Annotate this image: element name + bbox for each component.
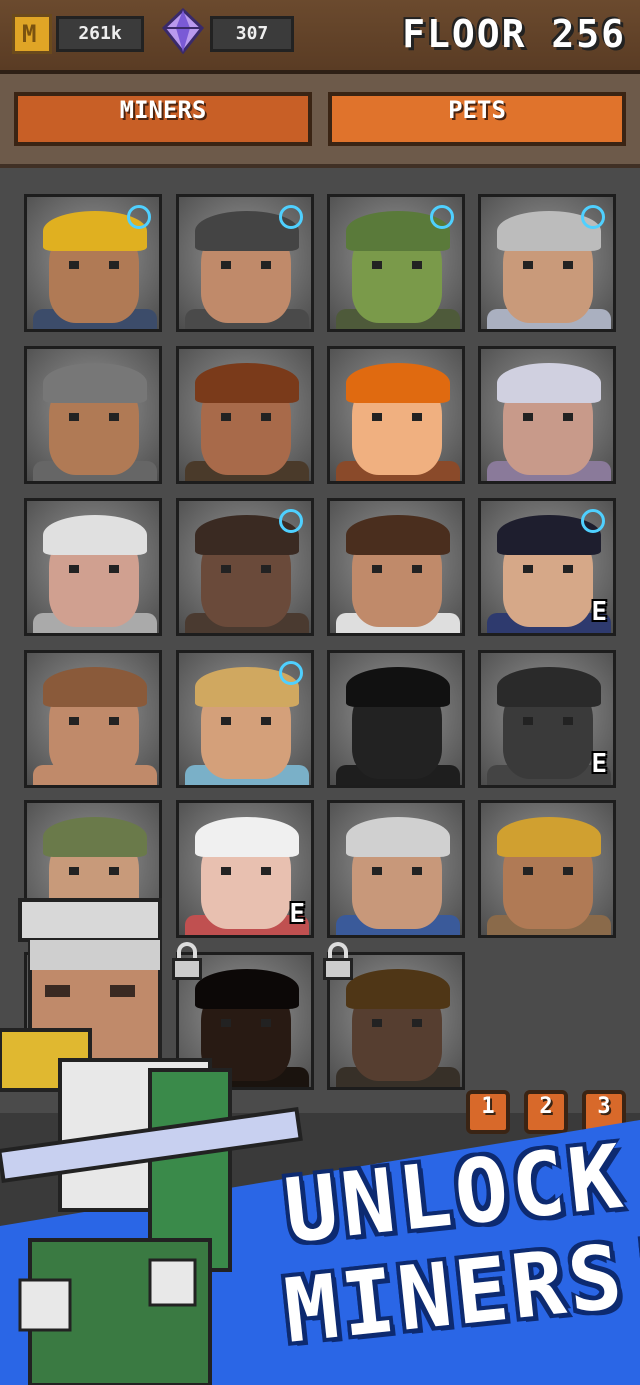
portrait-hair xyxy=(43,667,147,707)
tab-bar: MINERS PETS xyxy=(0,74,640,168)
portrait-eye xyxy=(412,413,422,421)
epic-badge: E xyxy=(591,597,607,627)
miner-portrait[interactable] xyxy=(24,498,162,636)
tab-miners[interactable]: MINERS xyxy=(14,92,312,146)
oxygen-bubble-icon xyxy=(127,205,151,229)
lock-icon xyxy=(323,942,353,980)
portrait-eye xyxy=(221,261,231,269)
portrait-eye xyxy=(372,717,382,725)
portrait-eye xyxy=(523,717,533,725)
miner-portrait[interactable] xyxy=(176,194,314,332)
miner-portrait[interactable] xyxy=(327,498,465,636)
portrait-eye xyxy=(69,717,79,725)
portrait-eye xyxy=(69,565,79,573)
portrait-eye xyxy=(261,413,271,421)
oxygen-bubble-icon xyxy=(581,509,605,533)
oxygen-bubble-icon xyxy=(279,661,303,685)
portrait-eye xyxy=(69,867,79,875)
portrait-eye xyxy=(261,261,271,269)
portrait-hair xyxy=(497,667,601,707)
portrait-eye xyxy=(412,565,422,573)
portrait-eye xyxy=(372,413,382,421)
miner-portrait[interactable] xyxy=(327,800,465,938)
top-bar: 261k 307 FLOOR 256 xyxy=(0,0,640,74)
portrait-eye xyxy=(221,565,231,573)
portrait-eye xyxy=(563,261,573,269)
gold-coin-icon xyxy=(12,14,52,54)
portrait-eye xyxy=(261,717,271,725)
portrait-hair xyxy=(346,817,450,857)
gem-icon xyxy=(161,8,205,54)
portrait-eye xyxy=(523,413,533,421)
miner-portrait[interactable] xyxy=(478,194,616,332)
portrait-hair xyxy=(195,363,299,403)
miner-portrait[interactable] xyxy=(24,194,162,332)
gold-amount: 261k xyxy=(56,16,144,52)
portrait-eye xyxy=(523,261,533,269)
portrait-hair xyxy=(346,363,450,403)
miner-portrait[interactable] xyxy=(24,650,162,788)
portrait-eye xyxy=(109,413,119,421)
floor-label: FLOOR 256 xyxy=(402,12,626,56)
epic-badge: E xyxy=(591,749,607,779)
portrait-eye xyxy=(69,261,79,269)
portrait-eye xyxy=(372,261,382,269)
portrait-eye xyxy=(563,717,573,725)
portrait-eye xyxy=(523,565,533,573)
miner-portrait[interactable]: E xyxy=(478,498,616,636)
portrait-eye xyxy=(109,261,119,269)
portrait-eye xyxy=(69,413,79,421)
portrait-eye xyxy=(261,867,271,875)
portrait-eye xyxy=(372,1019,382,1027)
portrait-eye xyxy=(221,717,231,725)
portrait-hair xyxy=(43,515,147,555)
portrait-eye xyxy=(372,867,382,875)
portrait-eye xyxy=(563,565,573,573)
portrait-hair xyxy=(346,515,450,555)
portrait-hair xyxy=(195,817,299,857)
portrait-eye xyxy=(563,867,573,875)
archer-character-image xyxy=(0,898,303,1385)
portrait-hair xyxy=(346,667,450,707)
portrait-eye xyxy=(221,867,231,875)
portrait-hair xyxy=(346,969,450,1009)
oxygen-bubble-icon xyxy=(430,205,454,229)
portrait-eye xyxy=(563,413,573,421)
gem-amount: 307 xyxy=(210,16,294,52)
portrait-eye xyxy=(261,565,271,573)
portrait-eye xyxy=(412,717,422,725)
portrait-eye xyxy=(109,565,119,573)
oxygen-bubble-icon xyxy=(279,205,303,229)
tab-pets[interactable]: PETS xyxy=(328,92,626,146)
portrait-eye xyxy=(412,261,422,269)
miner-portrait[interactable] xyxy=(478,346,616,484)
portrait-eye xyxy=(523,867,533,875)
portrait-eye xyxy=(372,565,382,573)
portrait-hair xyxy=(43,817,147,857)
miner-portrait[interactable] xyxy=(327,194,465,332)
miner-portrait[interactable] xyxy=(176,650,314,788)
portrait-eye xyxy=(221,413,231,421)
miner-portrait[interactable] xyxy=(176,346,314,484)
miner-portrait[interactable] xyxy=(327,650,465,788)
miner-portrait[interactable] xyxy=(327,346,465,484)
portrait-hair xyxy=(497,363,601,403)
oxygen-bubble-icon xyxy=(279,509,303,533)
miner-portrait[interactable] xyxy=(478,800,616,938)
portrait-eye xyxy=(412,1019,422,1027)
oxygen-bubble-icon xyxy=(581,205,605,229)
portrait-eye xyxy=(109,717,119,725)
portrait-hair xyxy=(43,363,147,403)
portrait-eye xyxy=(412,867,422,875)
portrait-eye xyxy=(109,867,119,875)
miner-portrait[interactable] xyxy=(176,498,314,636)
portrait-hair xyxy=(497,817,601,857)
miner-portrait[interactable] xyxy=(24,346,162,484)
miner-portrait[interactable]: E xyxy=(478,650,616,788)
